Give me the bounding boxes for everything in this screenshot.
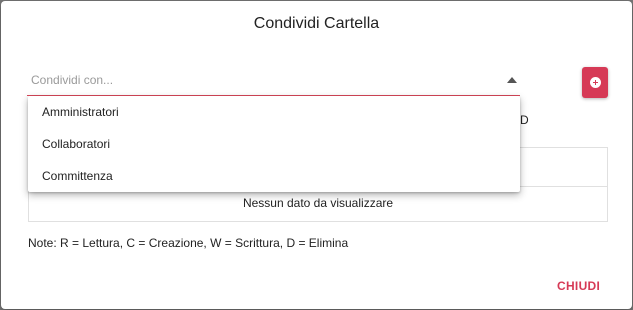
plus-circle-icon [590, 77, 601, 88]
caret-up-icon [507, 77, 517, 83]
dropdown-option-amministratori[interactable]: Amministratori [28, 96, 520, 128]
dropdown-option-label: Collaboratori [42, 137, 111, 151]
share-folder-dialog: Condividi Cartella Condividi con... D Ne… [1, 1, 632, 309]
share-with-placeholder: Condividi con... [31, 73, 114, 87]
permission-column-header: D [520, 113, 529, 127]
dropdown-option-label: Amministratori [42, 105, 119, 119]
dropdown-option-committenza[interactable]: Committenza [28, 160, 520, 192]
share-with-select[interactable]: Condividi con... [27, 63, 520, 96]
dropdown-option-collaboratori[interactable]: Collaboratori [28, 128, 520, 160]
share-with-dropdown: Amministratori Collaboratori Committenza [28, 96, 520, 192]
close-button[interactable]: CHIUDI [557, 279, 600, 293]
permissions-note: Note: R = Lettura, C = Creazione, W = Sc… [28, 236, 349, 250]
dialog-title: Condividi Cartella [253, 15, 380, 32]
dropdown-option-label: Committenza [42, 169, 113, 183]
add-share-button[interactable] [582, 67, 608, 98]
table-empty-message: Nessun dato da visualizzare [242, 196, 394, 210]
